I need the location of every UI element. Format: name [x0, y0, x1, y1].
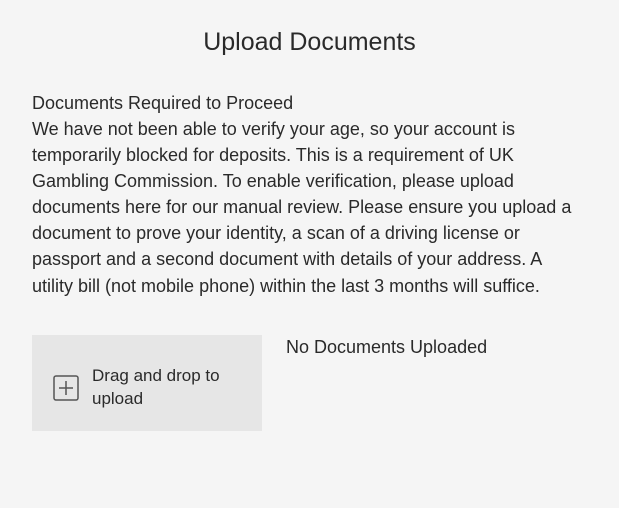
required-subtitle: Documents Required to Proceed: [32, 93, 587, 114]
upload-dropzone[interactable]: Drag and drop to upload: [32, 335, 262, 431]
upload-status: No Documents Uploaded: [286, 335, 487, 358]
dropzone-label: Drag and drop to upload: [92, 365, 242, 411]
description-text: We have not been able to verify your age…: [32, 116, 587, 299]
plus-icon: [52, 374, 80, 402]
upload-section: Drag and drop to upload No Documents Upl…: [32, 335, 587, 431]
page-title: Upload Documents: [32, 28, 587, 57]
